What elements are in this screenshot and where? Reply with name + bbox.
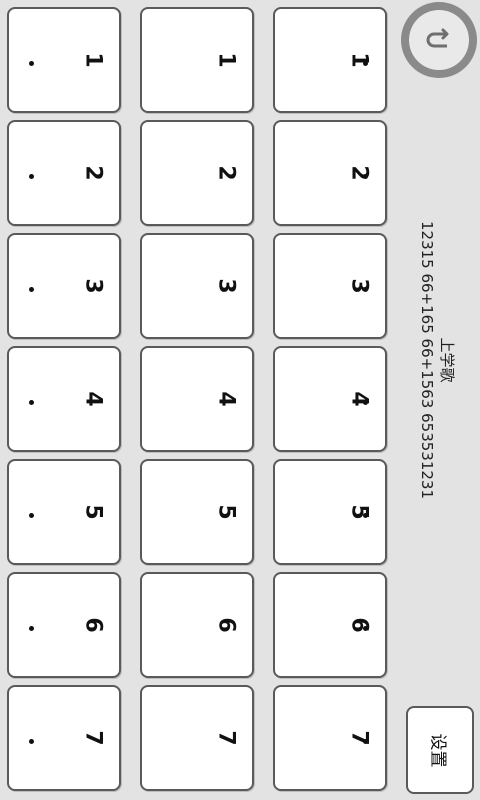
piano-screen: 1 2 3 4 5 6 7 1 2 3 4 5 6 7 1 2 3 4 5 6 … [0, 0, 480, 800]
key-middle-5[interactable]: 5 [140, 459, 254, 565]
key-low-6[interactable]: 6 [7, 572, 121, 678]
key-high-4[interactable]: 4 [273, 346, 387, 452]
key-low-4[interactable]: 4 [7, 346, 121, 452]
song-info-rotated: 上学歌 12315 66+165 66+1563 653531231 [417, 210, 457, 510]
key-high-7[interactable]: 7 [273, 685, 387, 791]
key-high-2[interactable]: 2 [273, 120, 387, 226]
song-title: 上学歌 [438, 337, 456, 383]
key-middle-6[interactable]: 6 [140, 572, 254, 678]
key-label: 3 [81, 278, 106, 294]
key-label: 6 [214, 617, 239, 633]
key-label: 7 [81, 730, 106, 746]
low-octave-dot [29, 400, 34, 405]
low-octave-dot [29, 61, 34, 66]
key-label: 4 [214, 391, 239, 407]
key-label: 1 [347, 52, 372, 68]
low-octave-dot [29, 287, 34, 292]
key-low-3[interactable]: 3 [7, 233, 121, 339]
song-info: 上学歌 12315 66+165 66+1563 653531231 [412, 210, 462, 510]
song-notation: 12315 66+165 66+1563 653531231 [418, 220, 436, 500]
back-arrow-icon [426, 28, 449, 48]
key-low-5[interactable]: 5 [7, 459, 121, 565]
key-middle-1[interactable]: 1 [140, 7, 254, 113]
low-octave-dot [29, 626, 34, 631]
key-label: 2 [347, 165, 372, 181]
settings-label: 设置 [427, 733, 448, 767]
key-high-6[interactable]: 6 [273, 572, 387, 678]
key-label: 3 [214, 278, 239, 294]
key-label: 5 [81, 504, 106, 520]
key-label: 2 [214, 165, 239, 181]
key-label: 1 [214, 52, 239, 68]
key-label: 4 [81, 391, 106, 407]
key-label: 1 [81, 52, 106, 68]
key-label: 2 [81, 165, 106, 181]
key-middle-7[interactable]: 7 [140, 685, 254, 791]
low-octave-dot [29, 739, 34, 744]
key-label: 4 [347, 391, 372, 407]
key-low-2[interactable]: 2 [7, 120, 121, 226]
key-label: 7 [347, 730, 372, 746]
back-button-face [409, 10, 469, 70]
key-high-3[interactable]: 3 [273, 233, 387, 339]
key-label: 7 [214, 730, 239, 746]
key-label: 3 [347, 278, 372, 294]
low-octave-dot [29, 174, 34, 179]
key-high-5[interactable]: 5 [273, 459, 387, 565]
key-middle-4[interactable]: 4 [140, 346, 254, 452]
key-low-7[interactable]: 7 [7, 685, 121, 791]
key-label: 5 [347, 504, 372, 520]
back-button[interactable] [401, 2, 477, 78]
key-high-1[interactable]: 1 [273, 7, 387, 113]
key-label: 6 [347, 617, 372, 633]
key-label: 6 [81, 617, 106, 633]
key-low-1[interactable]: 1 [7, 7, 121, 113]
settings-button[interactable]: 设置 [406, 706, 474, 794]
low-octave-dot [29, 513, 34, 518]
key-middle-2[interactable]: 2 [140, 120, 254, 226]
key-label: 5 [214, 504, 239, 520]
key-middle-3[interactable]: 3 [140, 233, 254, 339]
